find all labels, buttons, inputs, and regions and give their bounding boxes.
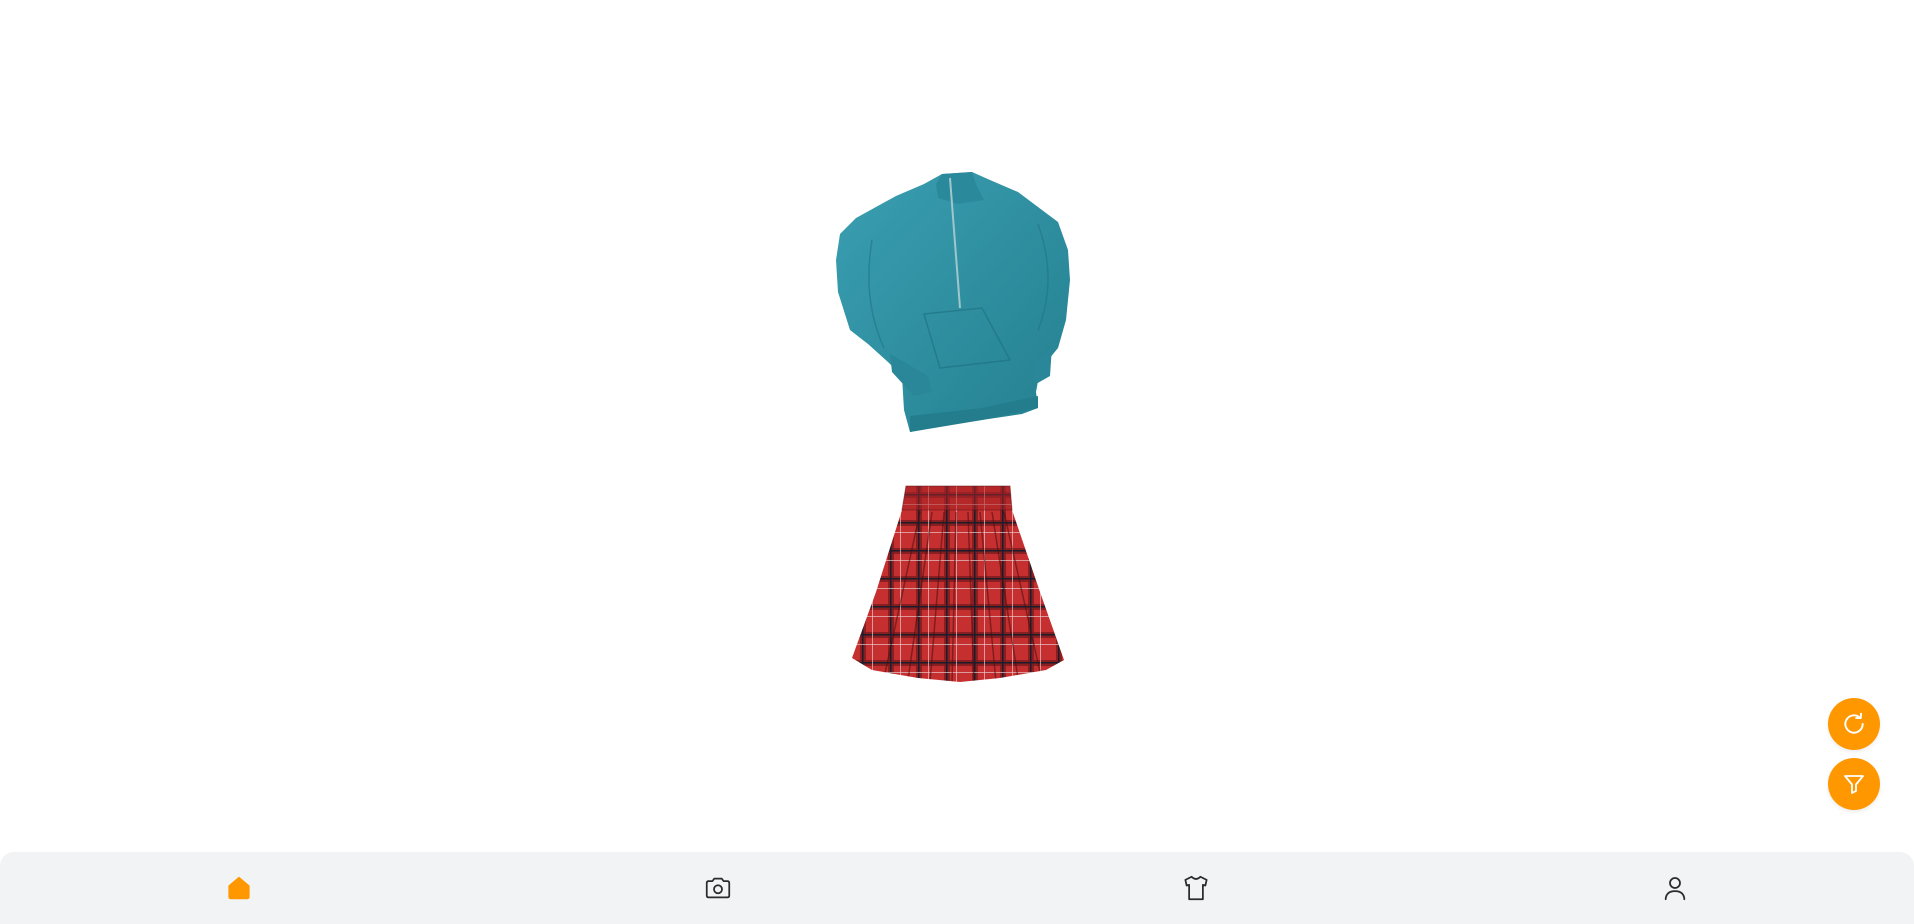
outfit-bottom-item[interactable] [850, 482, 1068, 686]
filter-icon [1844, 775, 1864, 794]
nav-item-camera[interactable] [694, 864, 742, 912]
user-icon [1664, 877, 1685, 901]
nav-item-home[interactable] [215, 864, 263, 912]
plaid-skirt-image [852, 485, 1064, 682]
nav-item-wardrobe[interactable] [1172, 864, 1220, 912]
sweatshirt-image [836, 172, 1070, 432]
shirt-icon [1184, 875, 1208, 901]
app-screen [0, 0, 1914, 924]
filter-button[interactable] [1828, 758, 1880, 810]
bottom-navigation [0, 852, 1914, 924]
camera-icon [705, 877, 730, 899]
home-icon [228, 876, 250, 900]
nav-item-profile[interactable] [1651, 864, 1699, 912]
refresh-icon [1844, 712, 1864, 734]
refresh-button[interactable] [1828, 698, 1880, 750]
outfit-top-item[interactable] [832, 170, 1084, 440]
outfit-display [0, 0, 1914, 850]
